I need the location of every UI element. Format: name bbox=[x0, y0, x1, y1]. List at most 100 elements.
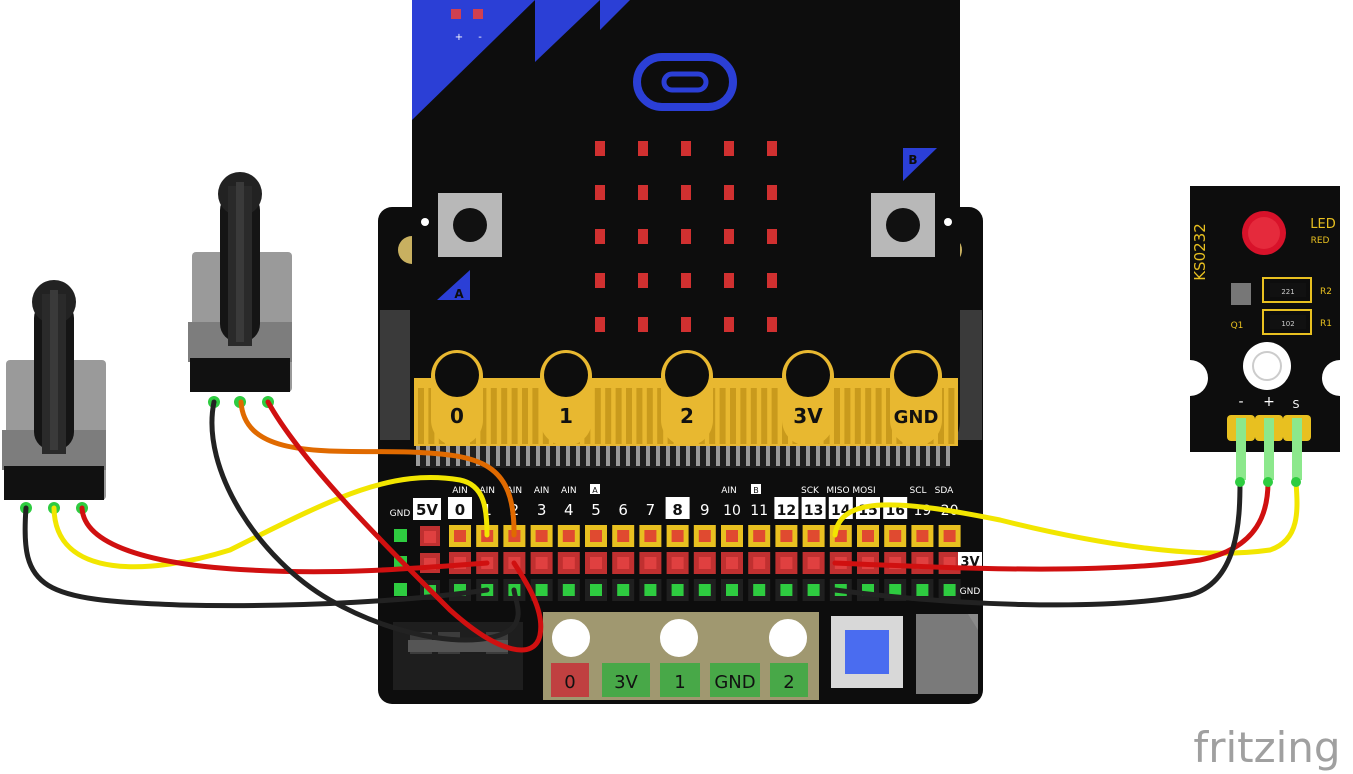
pin-number: 10 bbox=[723, 503, 741, 519]
led-pixel bbox=[595, 229, 605, 244]
r2-value: 221 bbox=[1281, 288, 1294, 296]
signal-pin-hole bbox=[535, 530, 548, 542]
signal-pin-hole bbox=[862, 530, 874, 542]
led-module[interactable]: KS0232 LED RED Q1 221 R2 102 R1 - + S bbox=[1190, 186, 1340, 480]
gnd-pin-hole bbox=[562, 584, 575, 596]
ain-label: AIN bbox=[452, 486, 468, 496]
pad-label: GND bbox=[894, 407, 939, 428]
slot bbox=[676, 446, 680, 466]
vcc-pin-hole bbox=[698, 557, 711, 569]
signal-pin-hole bbox=[671, 530, 684, 542]
led-pixel bbox=[724, 185, 734, 200]
potentiometer-1[interactable] bbox=[2, 280, 106, 514]
slot bbox=[686, 446, 690, 466]
label-sck: SCK bbox=[801, 486, 820, 496]
slot bbox=[726, 446, 730, 466]
gnd-pin-hole bbox=[590, 584, 602, 596]
led-pixel bbox=[724, 229, 734, 244]
pad-label-3v: 3V bbox=[614, 672, 638, 693]
vcc-pin-hole bbox=[644, 557, 657, 569]
pin-number: 3 bbox=[537, 501, 547, 519]
edge-finger bbox=[626, 388, 632, 444]
slot bbox=[506, 446, 510, 466]
gnd-pin-hole bbox=[916, 584, 929, 596]
label-scl: SCL bbox=[909, 486, 926, 496]
vcc-pin-hole bbox=[807, 557, 820, 569]
pin-b-tag: B bbox=[753, 486, 759, 495]
pad-label-0: 0 bbox=[564, 672, 575, 693]
pin-number: 4 bbox=[564, 501, 574, 519]
slot bbox=[576, 446, 580, 466]
gnd-pin-hole bbox=[807, 584, 820, 596]
slot bbox=[716, 446, 720, 466]
signal-pin-hole bbox=[617, 530, 630, 542]
edge-finger bbox=[771, 388, 778, 444]
r2-label: R2 bbox=[1320, 287, 1332, 297]
label-mosi: MOSI bbox=[852, 486, 875, 496]
slot bbox=[896, 446, 900, 466]
power-plus-label: + bbox=[455, 32, 463, 43]
vcc-pin-hole bbox=[753, 557, 766, 569]
led-pixel bbox=[595, 317, 605, 332]
pin-number: 9 bbox=[700, 501, 710, 519]
pad-label-2: 2 bbox=[783, 672, 794, 693]
q1-label: Q1 bbox=[1231, 321, 1244, 331]
module-model-label: KS0232 bbox=[1191, 223, 1209, 281]
pin-number: 11 bbox=[750, 503, 768, 519]
slot bbox=[876, 446, 880, 466]
slot bbox=[846, 446, 850, 466]
pin-number: 12 bbox=[777, 503, 796, 519]
led-pixel bbox=[681, 141, 691, 156]
header-pin bbox=[394, 583, 407, 596]
led-title-label: LED bbox=[1310, 217, 1335, 232]
led-color-label: RED bbox=[1311, 236, 1330, 246]
vcc-pin-hole bbox=[535, 557, 548, 569]
led-pixel bbox=[681, 229, 691, 244]
slot bbox=[546, 446, 550, 466]
edge-finger bbox=[740, 388, 747, 444]
led-pixel bbox=[638, 317, 648, 332]
signal-pin-hole bbox=[753, 530, 766, 542]
gnd-pin-hole bbox=[780, 584, 793, 596]
gnd-pin-hole bbox=[943, 584, 956, 596]
ain-label: AIN bbox=[534, 486, 550, 496]
signal-pin-hole bbox=[889, 530, 902, 542]
signal-pin-hole bbox=[562, 530, 575, 542]
slot bbox=[636, 446, 640, 466]
slot bbox=[936, 446, 940, 466]
signal-pin-hole bbox=[807, 530, 820, 542]
gnd-pin-hole bbox=[671, 584, 684, 596]
led-pixel bbox=[724, 273, 734, 288]
gnd-pin-hole bbox=[617, 584, 630, 596]
led-pixel bbox=[638, 141, 648, 156]
led-pixel bbox=[681, 185, 691, 200]
slot bbox=[646, 446, 650, 466]
pad-hole bbox=[435, 353, 479, 397]
pad-label: 0 bbox=[450, 404, 464, 428]
signal-pin-hole bbox=[644, 530, 657, 542]
gnd-pin-hole bbox=[753, 584, 766, 596]
slot bbox=[946, 446, 950, 466]
pad-label-1: 1 bbox=[674, 672, 685, 693]
led-pixel bbox=[767, 229, 777, 244]
gnd-pin-hole bbox=[698, 584, 711, 596]
slot bbox=[496, 446, 500, 466]
edge-finger bbox=[522, 388, 528, 444]
microbit-board: + - A B 0 1 2 3V GND bbox=[412, 0, 960, 446]
label-sda: SDA bbox=[935, 486, 954, 496]
gnd-pin-hole bbox=[535, 584, 548, 596]
r1-value: 102 bbox=[1281, 320, 1294, 328]
led-pixel bbox=[681, 273, 691, 288]
gnd-pin-hole bbox=[726, 584, 738, 596]
potentiometer-2[interactable] bbox=[188, 172, 292, 408]
vcc-pin-hole bbox=[726, 557, 738, 569]
signal-pin-hole bbox=[454, 530, 466, 542]
slot bbox=[906, 446, 910, 466]
pin-minus-label: - bbox=[1238, 394, 1243, 410]
slot bbox=[796, 446, 800, 466]
slot bbox=[866, 446, 870, 466]
pad-label: 1 bbox=[559, 404, 573, 428]
slot bbox=[566, 446, 570, 466]
slot bbox=[656, 446, 660, 466]
vcc-pin-hole bbox=[562, 557, 575, 569]
